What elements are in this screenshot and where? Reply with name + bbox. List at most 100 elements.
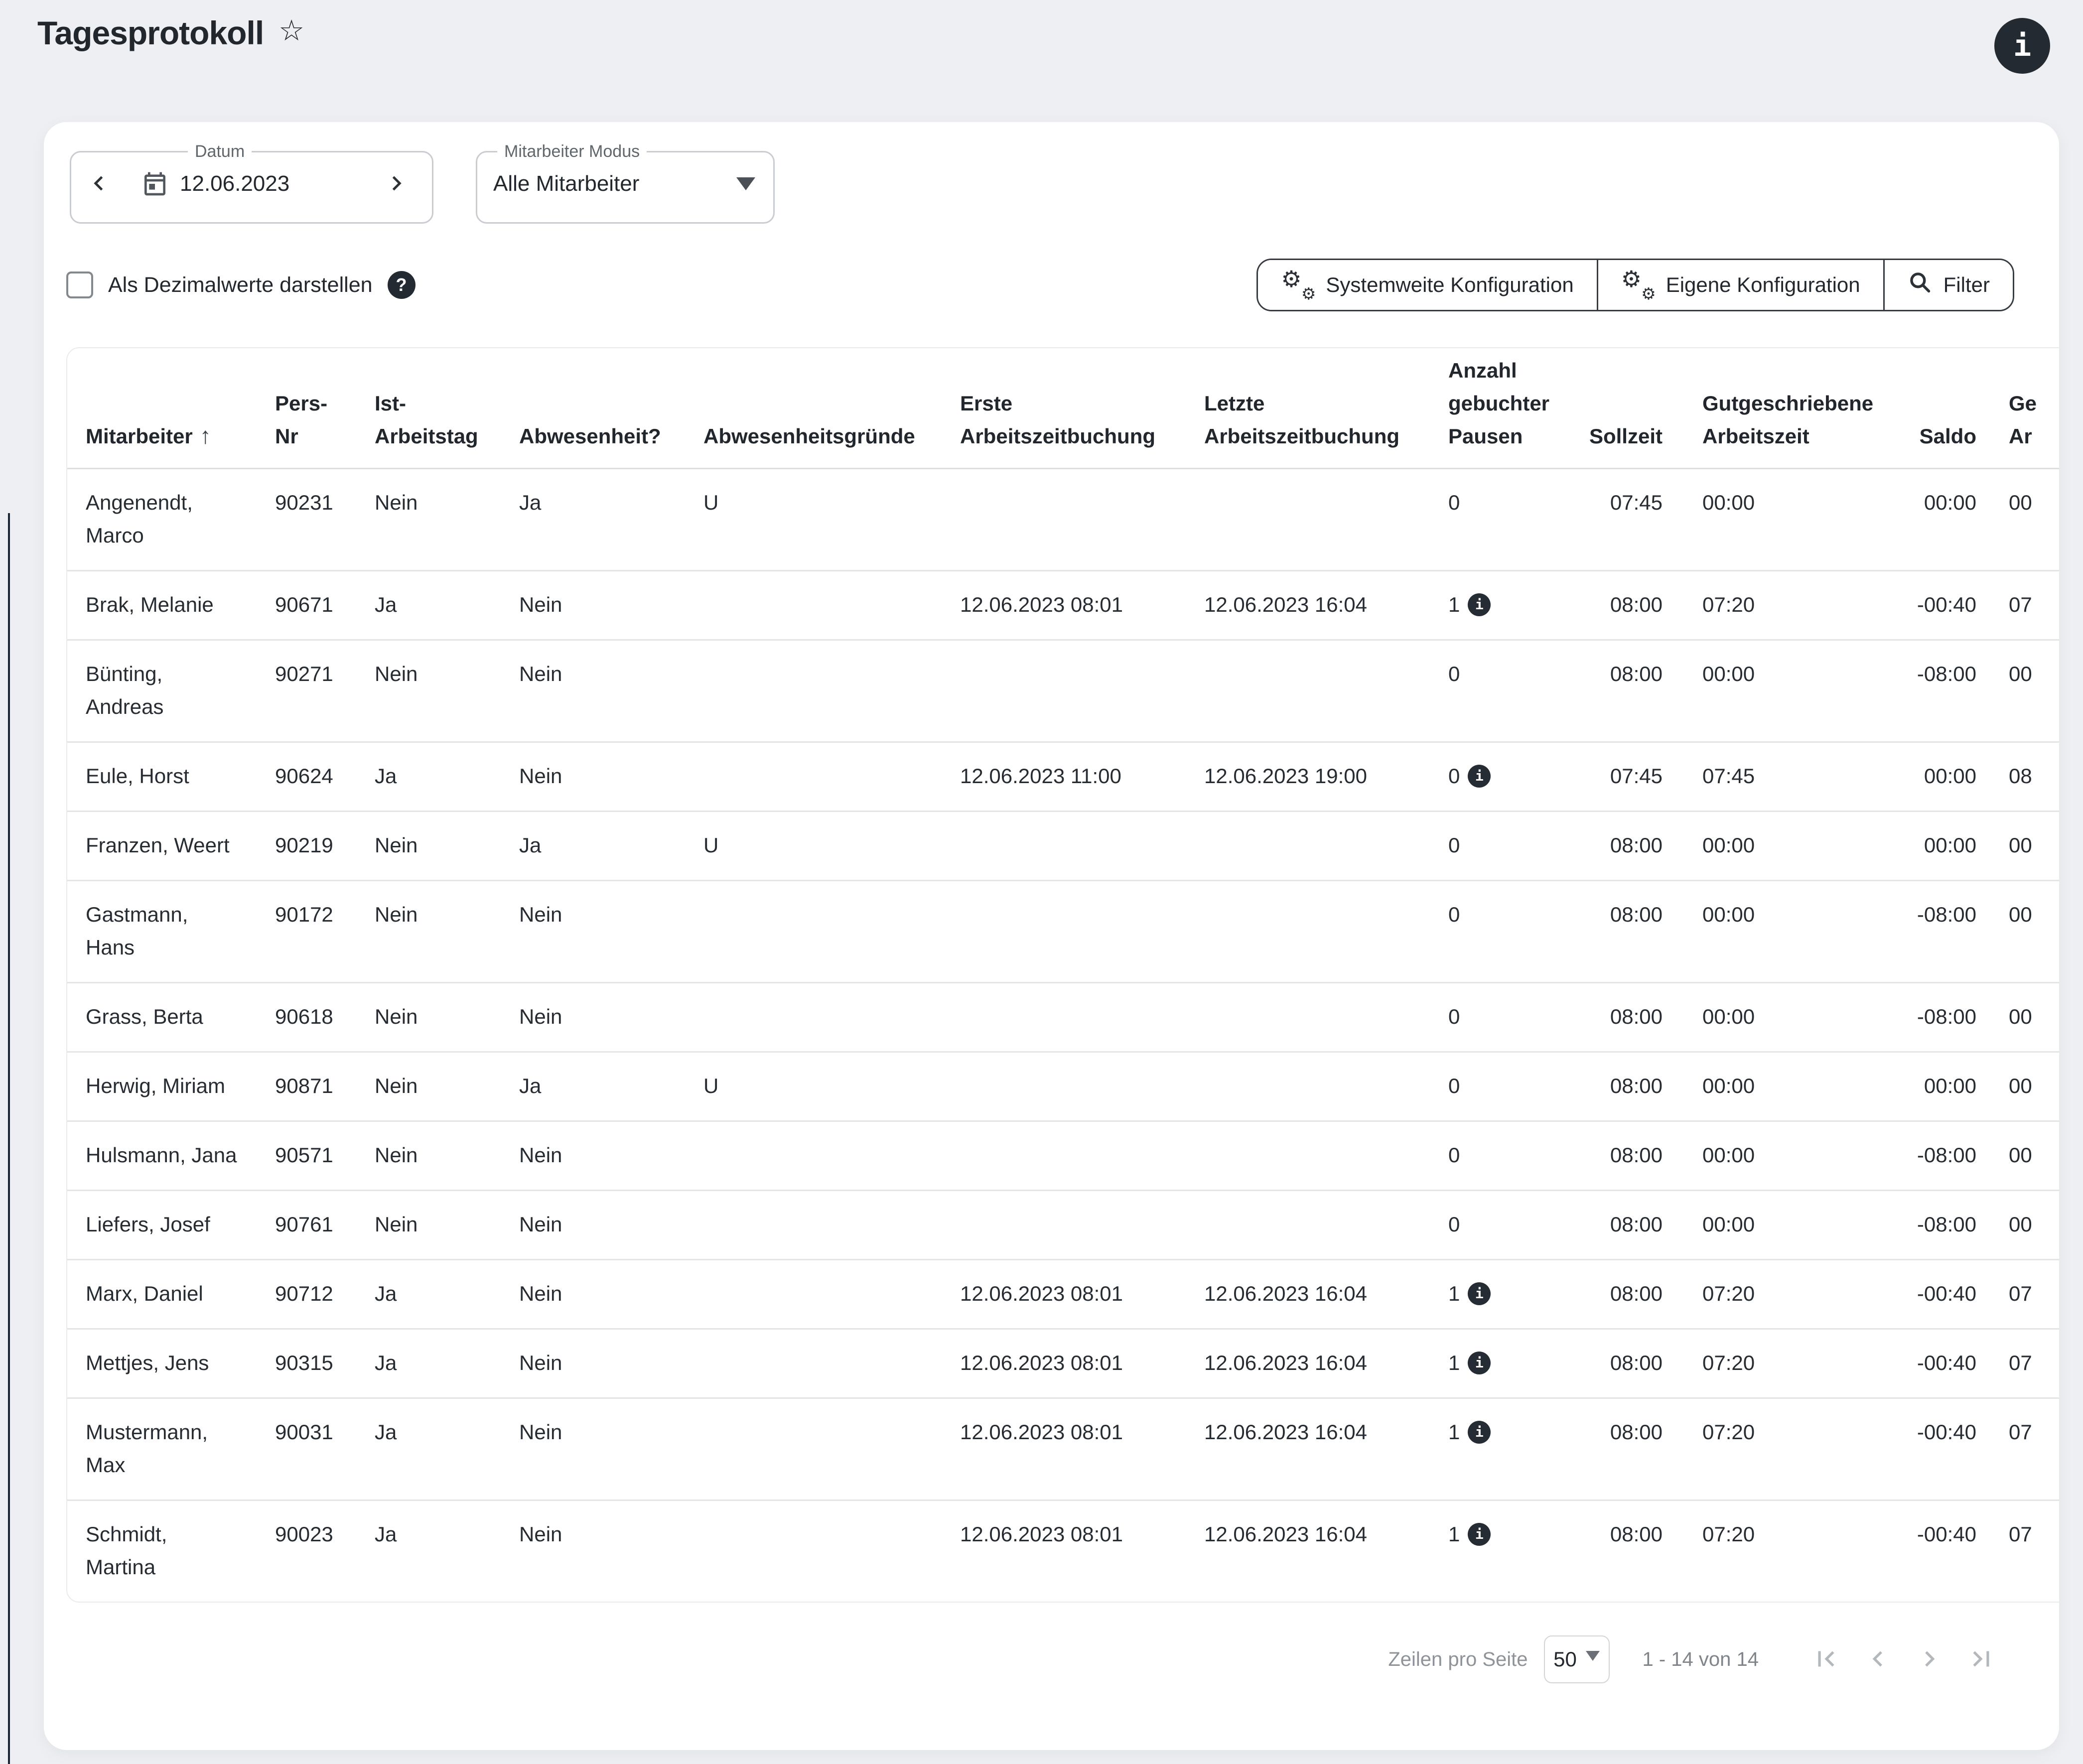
rows-per-page-select[interactable]: 50	[1544, 1635, 1610, 1683]
column-header-pausen[interactable]: Anzahl gebuchter Pausen	[1448, 348, 1588, 469]
table-row[interactable]: Mettjes, Jens 90315 Ja Nein 12.06.2023 0…	[67, 1329, 2059, 1398]
abwesenheitsgrund-cell	[703, 1260, 960, 1329]
favorite-star-icon[interactable]: ☆	[278, 16, 304, 45]
abwesenheit-cell: Nein	[519, 742, 703, 812]
column-header-truncated[interactable]: Ge Ar	[1976, 348, 2059, 469]
gears-icon: ⚙⚙	[1621, 270, 1655, 300]
saldo-cell: -08:00	[1897, 983, 1976, 1052]
table-row[interactable]: Eule, Horst 90624 Ja Nein 12.06.2023 11:…	[67, 742, 2059, 812]
pausen-cell: 1 i	[1448, 1260, 1588, 1329]
pause-info-icon[interactable]: i	[1468, 593, 1491, 616]
column-header-erste-buchung[interactable]: Erste Arbeitszeitbuchung	[960, 348, 1204, 469]
table-row[interactable]: Angenendt, Marco 90231 Nein Ja U 0 i 07:…	[67, 469, 2059, 571]
column-header-sollzeit[interactable]: Sollzeit	[1588, 348, 1663, 469]
previous-page-button[interactable]	[1862, 1643, 1893, 1676]
persnr-cell: 90031	[275, 1398, 375, 1500]
calendar-icon[interactable]	[141, 170, 169, 198]
table-row[interactable]: Mustermann, Max 90031 Ja Nein 12.06.2023…	[67, 1398, 2059, 1500]
pause-info-icon[interactable]: i	[1468, 765, 1491, 788]
pausen-cell: 1 i	[1448, 1500, 1588, 1602]
persnr-cell: 90219	[275, 812, 375, 881]
scrollbar[interactable]	[8, 513, 10, 1764]
decimal-toggle-group[interactable]: Als Dezimalwerte darstellen ?	[66, 271, 416, 299]
rows-per-page-label: Zeilen pro Seite	[1388, 1648, 1528, 1671]
column-header-abwesenheit[interactable]: Abwesenheit?	[519, 348, 703, 469]
gutgeschrieben-cell: 00:00	[1663, 812, 1897, 881]
abwesenheitsgrund-cell: U	[703, 469, 960, 571]
gears-icon: ⚙⚙	[1281, 270, 1315, 300]
filter-button[interactable]: Filter	[1883, 260, 2013, 310]
date-label: Datum	[188, 143, 252, 160]
employee-mode-value: Alle Mitarbeiter	[493, 171, 639, 196]
erste-buchung-cell	[960, 812, 1204, 881]
table-row[interactable]: Marx, Daniel 90712 Ja Nein 12.06.2023 08…	[67, 1260, 2059, 1329]
column-header-ist-arbeitstag[interactable]: Ist- Arbeitstag	[375, 348, 519, 469]
pause-info-icon[interactable]: i	[1468, 1352, 1491, 1374]
column-header-saldo[interactable]: Saldo	[1897, 348, 1976, 469]
table-row[interactable]: Schmidt, Martina 90023 Ja Nein 12.06.202…	[67, 1500, 2059, 1602]
ist-arbeitstag-cell: Ja	[375, 1398, 519, 1500]
table-row[interactable]: Brak, Melanie 90671 Ja Nein 12.06.2023 0…	[67, 571, 2059, 640]
rows-per-page-value: 50	[1553, 1647, 1577, 1671]
column-header-abwesenheitsgruende[interactable]: Abwesenheitsgründe	[703, 348, 960, 469]
truncated-cell: 00	[1976, 1052, 2059, 1121]
table-row[interactable]: Franzen, Weert 90219 Nein Ja U 0 i 08:00…	[67, 812, 2059, 881]
abwesenheit-cell: Nein	[519, 1121, 703, 1191]
first-page-button[interactable]	[1810, 1643, 1841, 1676]
column-header-letzte-buchung[interactable]: Letzte Arbeitszeitbuchung	[1204, 348, 1448, 469]
employee-name-cell: Hulsmann, Jana	[67, 1121, 275, 1191]
employee-mode-label: Mitarbeiter Modus	[497, 143, 647, 160]
table-row[interactable]: Grass, Berta 90618 Nein Nein 0 i 08:00 0…	[67, 983, 2059, 1052]
column-header-mitarbeiter[interactable]: Mitarbeiter↑	[67, 348, 275, 469]
date-picker-field[interactable]: Datum 12.06.2023	[70, 143, 433, 224]
pause-info-icon[interactable]: i	[1468, 1282, 1491, 1305]
column-header-gutgeschrieben[interactable]: Gutgeschriebene Arbeitszeit	[1663, 348, 1897, 469]
persnr-cell: 90871	[275, 1052, 375, 1121]
table-row[interactable]: Hulsmann, Jana 90571 Nein Nein 0 i 08:00…	[67, 1121, 2059, 1191]
table-row[interactable]: Bünting, Andreas 90271 Nein Nein 0 i 08:…	[67, 640, 2059, 742]
erste-buchung-cell: 12.06.2023 08:01	[960, 1398, 1204, 1500]
pausen-cell: 0 i	[1448, 469, 1588, 571]
abwesenheit-cell: Nein	[519, 983, 703, 1052]
own-config-button[interactable]: ⚙⚙ Eigene Konfiguration	[1597, 260, 1883, 310]
next-page-button[interactable]	[1914, 1643, 1945, 1676]
erste-buchung-cell: 12.06.2023 08:01	[960, 1500, 1204, 1602]
erste-buchung-cell: 12.06.2023 08:01	[960, 1329, 1204, 1398]
employee-name-cell: Mettjes, Jens	[67, 1329, 275, 1398]
erste-buchung-cell	[960, 1052, 1204, 1121]
erste-buchung-cell	[960, 640, 1204, 742]
next-day-button[interactable]	[382, 169, 411, 199]
table-row[interactable]: Liefers, Josef 90761 Nein Nein 0 i 08:00…	[67, 1191, 2059, 1260]
filter-label: Filter	[1944, 273, 1990, 297]
column-header-persnr[interactable]: Pers- Nr	[275, 348, 375, 469]
table-row[interactable]: Gastmann, Hans 90172 Nein Nein 0 i 08:00…	[67, 881, 2059, 983]
pausen-cell: 0 i	[1448, 812, 1588, 881]
ist-arbeitstag-cell: Nein	[375, 1121, 519, 1191]
sort-asc-icon[interactable]: ↑	[200, 422, 211, 448]
last-page-button[interactable]	[1966, 1643, 1997, 1676]
employee-name-cell: Eule, Horst	[67, 742, 275, 812]
abwesenheitsgrund-cell	[703, 1121, 960, 1191]
employee-mode-select[interactable]: Mitarbeiter Modus Alle Mitarbeiter	[476, 143, 775, 224]
abwesenheitsgrund-cell: U	[703, 1052, 960, 1121]
pause-info-icon[interactable]: i	[1468, 1523, 1491, 1546]
employee-name-cell: Franzen, Weert	[67, 812, 275, 881]
last-page-icon	[1966, 1643, 1997, 1676]
help-icon[interactable]: ?	[388, 271, 416, 299]
sollzeit-cell: 08:00	[1588, 983, 1663, 1052]
decimal-checkbox[interactable]	[66, 271, 93, 298]
abwesenheitsgrund-cell	[703, 1398, 960, 1500]
abwesenheit-cell: Nein	[519, 640, 703, 742]
controls-row: Als Dezimalwerte darstellen ? ⚙⚙ Systemw…	[66, 259, 2059, 311]
pause-info-icon[interactable]: i	[1468, 1421, 1491, 1444]
page-info-button[interactable]: i	[1994, 18, 2050, 74]
date-value[interactable]: 12.06.2023	[180, 171, 289, 196]
letzte-buchung-cell	[1204, 812, 1448, 881]
truncated-cell: 00	[1976, 1121, 2059, 1191]
abwesenheit-cell: Ja	[519, 1052, 703, 1121]
system-config-button[interactable]: ⚙⚙ Systemweite Konfiguration	[1258, 260, 1596, 310]
pausen-cell: 1 i	[1448, 1329, 1588, 1398]
table-row[interactable]: Herwig, Miriam 90871 Nein Ja U 0 i 08:00…	[67, 1052, 2059, 1121]
previous-day-button[interactable]	[84, 169, 113, 199]
own-config-label: Eigene Konfiguration	[1666, 273, 1860, 297]
